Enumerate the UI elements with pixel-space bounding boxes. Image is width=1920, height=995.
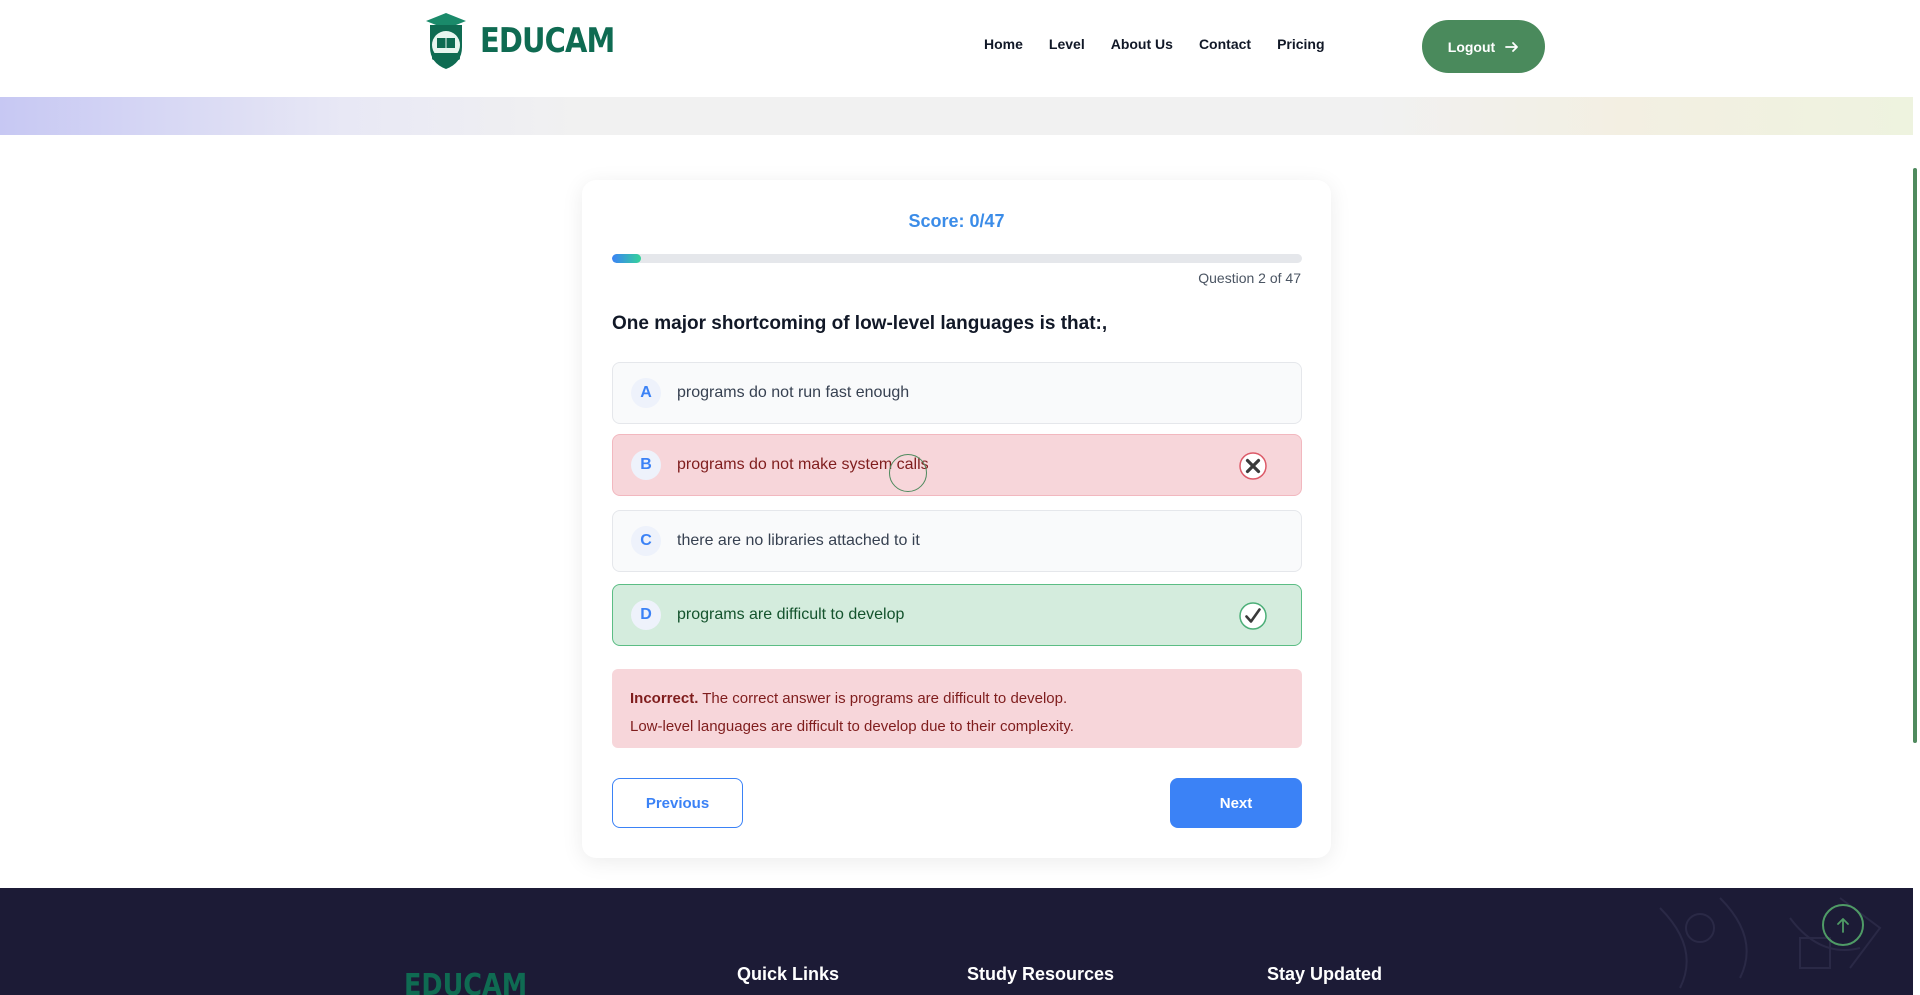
option-text: there are no libraries attached to it <box>677 532 920 549</box>
cursor-indicator <box>889 454 927 492</box>
x-circle-icon <box>1239 452 1267 480</box>
footer-heading-study-resources: Study Resources <box>967 964 1115 984</box>
nav-contact[interactable]: Contact <box>1199 36 1251 52</box>
option-letter: C <box>631 526 661 556</box>
logo-badge-icon <box>420 11 472 71</box>
back-to-top-button[interactable] <box>1822 904 1864 946</box>
nav-pricing[interactable]: Pricing <box>1277 36 1324 52</box>
main-nav: Home Level About Us Contact Pricing <box>984 36 1325 52</box>
option-letter: A <box>631 378 661 408</box>
previous-button[interactable]: Previous <box>612 778 743 828</box>
option-text: programs are difficult to develop <box>677 606 905 623</box>
answer-feedback: Incorrect. The correct answer is program… <box>612 669 1302 748</box>
footer-brand[interactable]: EDUCAM <box>404 968 527 995</box>
option-letter: D <box>631 600 661 630</box>
arrow-up-icon <box>1837 918 1849 933</box>
feedback-label: Incorrect. <box>630 690 699 707</box>
option-a[interactable]: A programs do not run fast enough <box>612 362 1302 424</box>
brand-name: EDUCAM <box>480 21 615 61</box>
logout-button[interactable]: Logout <box>1422 20 1545 73</box>
site-footer: EDUCAM Quick Links Study Resources Stay … <box>0 888 1913 995</box>
page-banner <box>0 97 1913 135</box>
next-button[interactable]: Next <box>1170 778 1302 828</box>
footer-doodle-decoration <box>1659 897 1882 989</box>
option-c[interactable]: C there are no libraries attached to it <box>612 510 1302 572</box>
feedback-line-2: Low-level languages are difficult to dev… <box>630 718 1074 735</box>
option-letter: B <box>631 450 661 480</box>
logout-label: Logout <box>1447 38 1496 55</box>
nav-home[interactable]: Home <box>984 36 1023 52</box>
question-text: One major shortcoming of low-level langu… <box>612 313 1108 334</box>
scrollbar-thumb[interactable] <box>1913 168 1917 743</box>
footer-heading-stay-updated: Stay Updated <box>1267 964 1383 984</box>
option-d[interactable]: D programs are difficult to develop <box>612 584 1302 646</box>
quiz-card: Score: 0/47 Question 2 of 47 One major s… <box>582 180 1331 858</box>
score-label: Score: 0/47 <box>908 211 1005 231</box>
progress-fill <box>612 254 642 263</box>
nav-about-us[interactable]: About Us <box>1111 36 1173 52</box>
footer-heading-quick-links: Quick Links <box>737 964 840 984</box>
check-circle-icon <box>1239 602 1267 630</box>
feedback-line-1: The correct answer is programs are diffi… <box>702 690 1068 707</box>
option-text: programs do not run fast enough <box>677 384 910 401</box>
arrow-right-icon <box>1505 41 1519 52</box>
brand-logo[interactable]: EDUCAM <box>420 10 638 72</box>
question-counter: Question 2 of 47 <box>1198 270 1301 286</box>
nav-level[interactable]: Level <box>1049 36 1085 52</box>
progress-bar <box>612 254 1302 263</box>
option-b[interactable]: B programs do not make system calls <box>612 434 1302 496</box>
site-header: EDUCAM Home Level About Us Contact Prici… <box>0 0 1920 97</box>
